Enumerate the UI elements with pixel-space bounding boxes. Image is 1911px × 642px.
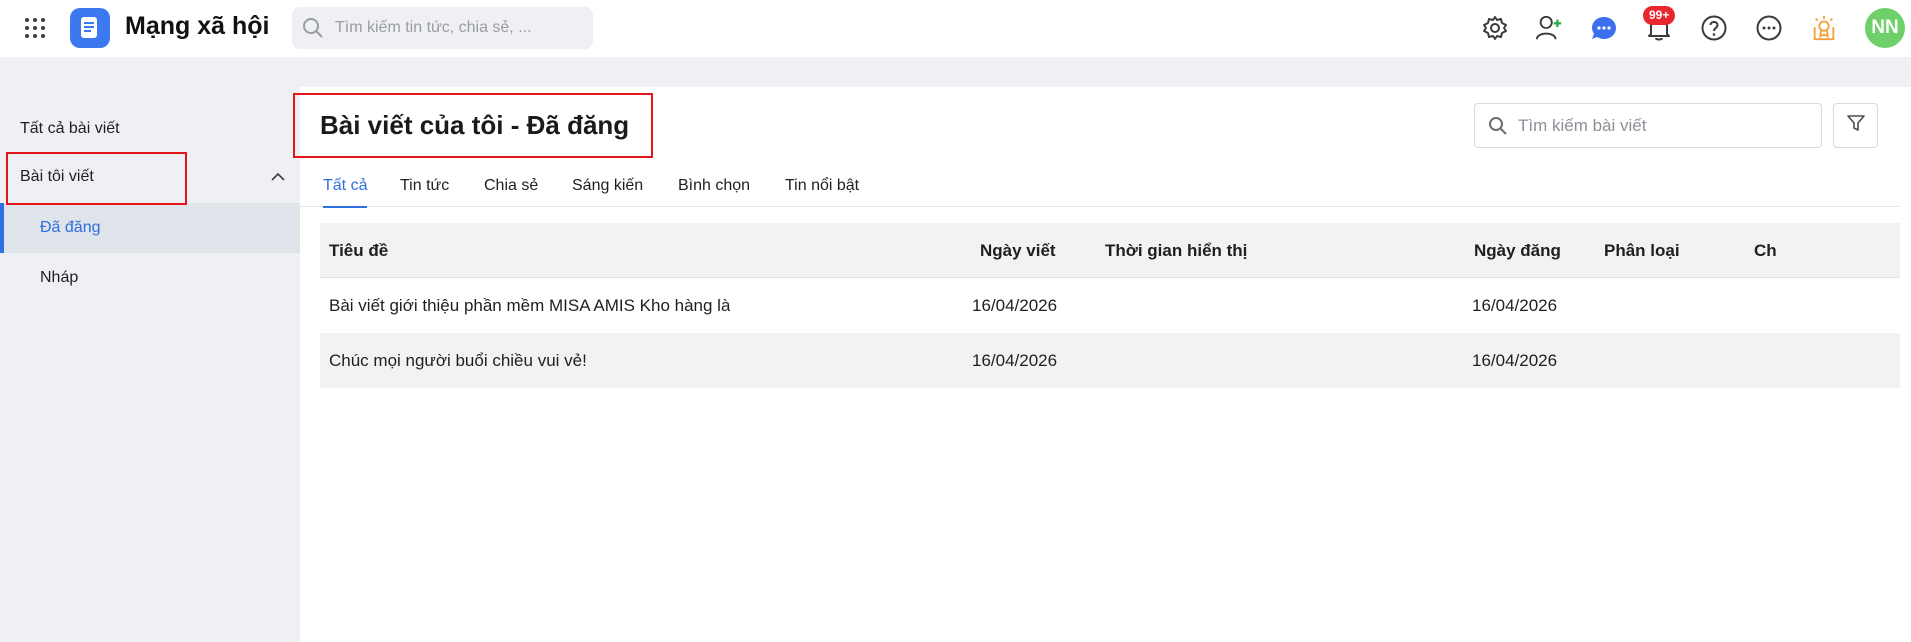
column-header-truncated[interactable]: Ch <box>1754 223 1776 278</box>
tab-initiative[interactable]: Sáng kiến <box>572 177 643 207</box>
sidebar-item-label: Nháp <box>40 269 79 286</box>
notification-badge: 99+ <box>1643 6 1676 25</box>
row-published-date: 16/04/2026 <box>1472 296 1558 315</box>
apps-grid-icon[interactable] <box>24 17 46 39</box>
column-header-display-time[interactable]: Thời gian hiển thị <box>1105 223 1247 278</box>
category-tabs: Tất cả Tin tức Chia sẻ Sáng kiến Bình ch… <box>300 177 1900 208</box>
add-user-icon[interactable] <box>1535 14 1563 42</box>
tab-all[interactable]: Tất cả <box>323 177 368 208</box>
award-icon[interactable] <box>1810 14 1838 42</box>
row-written-date: 16/04/2026 <box>972 296 1058 315</box>
post-search-input[interactable] <box>1518 104 1813 147</box>
main-content: Bài viết của tôi - Đã đăng Tất cả Tin tứ… <box>300 87 1911 642</box>
global-search-box[interactable] <box>292 7 593 49</box>
sidebar-item-draft[interactable]: Nháp <box>0 254 300 302</box>
tab-poll[interactable]: Bình chọn <box>678 177 750 207</box>
sidebar-item-published[interactable]: Đã đăng <box>0 203 300 253</box>
chevron-up-icon[interactable] <box>270 169 286 190</box>
avatar[interactable]: NN <box>1865 8 1905 48</box>
sidebar: Tất cả bài viết Bài tôi viết Đã đăng Nhá… <box>0 87 300 642</box>
filter-icon <box>1846 113 1866 138</box>
table-row[interactable]: Chúc mọi người buổi chiều vui vẻ! 16/04/… <box>320 333 1900 388</box>
column-header-category[interactable]: Phân loại <box>1604 223 1680 278</box>
posts-table: Tiêu đề Ngày viết Thời gian hiển thị Ngà… <box>320 223 1900 388</box>
header-separator <box>0 57 1911 87</box>
search-icon <box>302 17 324 44</box>
sidebar-item-label: Tất cả bài viết <box>20 120 120 137</box>
sidebar-item-all-posts[interactable]: Tất cả bài viết <box>0 105 300 153</box>
row-published-date: 16/04/2026 <box>1472 351 1558 370</box>
help-icon[interactable] <box>1700 14 1728 42</box>
sidebar-item-label: Đã đăng <box>40 219 101 236</box>
global-search-input[interactable] <box>335 7 585 49</box>
post-search-box[interactable] <box>1474 103 1822 148</box>
chat-icon[interactable] <box>1590 14 1618 42</box>
search-icon <box>1488 116 1508 141</box>
top-bar: Mạng xã hội 99+ NN <box>0 0 1911 57</box>
column-header-published-date[interactable]: Ngày đăng <box>1474 223 1561 278</box>
tab-featured[interactable]: Tin nổi bật <box>785 177 859 207</box>
sidebar-item-label: Bài tôi viết <box>20 168 94 185</box>
page-title: Bài viết của tôi - Đã đăng <box>320 110 630 140</box>
settings-icon[interactable] <box>1481 14 1509 42</box>
sidebar-item-my-posts[interactable]: Bài tôi viết <box>0 153 300 201</box>
column-header-written-date[interactable]: Ngày viết <box>980 223 1056 278</box>
tab-share[interactable]: Chia sẻ <box>484 177 538 207</box>
column-header-title[interactable]: Tiêu đề <box>329 223 388 278</box>
app-logo-icon[interactable] <box>70 8 110 48</box>
table-header: Tiêu đề Ngày viết Thời gian hiển thị Ngà… <box>320 223 1900 278</box>
more-icon[interactable] <box>1755 14 1783 42</box>
tab-news[interactable]: Tin tức <box>400 177 449 207</box>
filter-button[interactable] <box>1833 103 1878 148</box>
row-written-date: 16/04/2026 <box>972 351 1058 370</box>
row-title[interactable]: Bài viết giới thiệu phần mềm MISA AMIS K… <box>329 278 730 333</box>
app-title: Mạng xã hội <box>125 12 270 40</box>
row-title[interactable]: Chúc mọi người buổi chiều vui vẻ! <box>329 333 587 388</box>
table-row[interactable]: Bài viết giới thiệu phần mềm MISA AMIS K… <box>320 278 1900 333</box>
